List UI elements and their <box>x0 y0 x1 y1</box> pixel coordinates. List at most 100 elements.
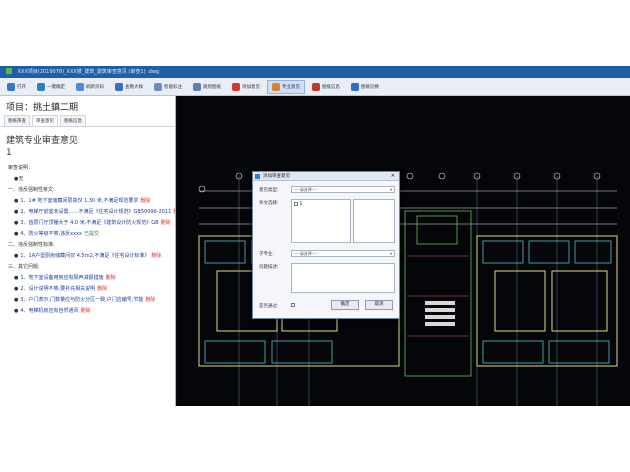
item-action-tag[interactable]: 删除 <box>97 286 107 292</box>
toolbar-button-3[interactable]: 刷新页码 <box>72 80 108 94</box>
item-action-tag[interactable]: 删除 <box>151 253 161 259</box>
list-item-text: 3、首层门厅顶棚大于 4.0 米,不满足《建筑设计防火规范》GB <box>20 220 159 226</box>
problem-label: 问题描述: <box>259 265 279 270</box>
item-action-tag[interactable]: 删除 <box>173 209 175 215</box>
bullet-icon: ● <box>14 231 19 237</box>
toolbar-icon <box>115 82 123 91</box>
toolbar-button-label: 查看大样 <box>125 84 143 90</box>
clause-value: 1 <box>299 202 303 207</box>
list-item[interactable]: ● 1、1# 地下室储藏间层高仅 1.30 米,不满足规范要求 删除 <box>0 195 175 206</box>
type-select-value: ----请选择---- <box>294 187 318 192</box>
bullet-icon: ● <box>14 198 19 204</box>
toolbar-button-2[interactable]: 一键确定 <box>33 80 69 94</box>
list-item[interactable]: ● 1、1A户型厨房储藏间仅 4.5m2,不满足《住宅设计标准》 删除 <box>0 250 175 261</box>
list-item-text: 2、电梯厅前室未设置……不满足《住宅设计规范》GB50096-2011 <box>20 209 172 215</box>
list-item[interactable]: ● 3、户门表示,门数量应与防火分区一致,户门应编号,节能 删除 <box>0 294 175 305</box>
list-item[interactable]: ● 2、设计说明不够,要补充相关说明 删除 <box>0 283 175 294</box>
list-item-text: 1、1# 地下室储藏间层高仅 1.30 米,不满足规范要求 <box>20 198 139 204</box>
toolbar-icon <box>37 82 45 91</box>
toolbar-button-10[interactable]: 图纸切换 <box>347 80 383 94</box>
cancel-button[interactable]: 取消 <box>365 300 393 310</box>
type-label: 意见类型: <box>259 188 279 193</box>
tab-2[interactable]: 审查意见 <box>32 115 58 126</box>
clause-label: 条文选择: <box>259 201 279 206</box>
list-item-text: 3、户门表示,门数量应与防火分区一致,户门应编号,节能 <box>20 297 144 303</box>
bullet-icon: ● <box>14 297 19 303</box>
list-item-text: 1、地下室设备用房应有隔声减振措施 <box>20 275 104 281</box>
problem-textarea[interactable] <box>291 263 395 293</box>
list-item[interactable]: ● 4、防火等级不够,违反xxxx 已提交 <box>0 228 175 239</box>
toolbar-button-label: 跳到图纸 <box>203 84 221 90</box>
list-item-text: 4、防火等级不够,违反xxxx <box>20 231 82 237</box>
list-item[interactable]: ●2、电梯厅前室未设置……不满足《住宅设计规范》GB50096-2011删除 <box>0 206 175 217</box>
item-action-tag[interactable]: 删除 <box>140 198 150 204</box>
dialog-icon <box>255 174 260 179</box>
review-panel: 项目：挑土鎮二期 图纸审查 审查意见 图纸信息 建筑专业审查意见 1 审查说明： ●… <box>0 96 176 406</box>
item-action-tag[interactable]: 已提交 <box>84 231 99 237</box>
item-action-tag[interactable]: 删除 <box>106 275 116 281</box>
bullet-icon: ● <box>14 209 19 215</box>
app-icon <box>6 68 12 74</box>
bullet-icon: ● <box>14 253 19 259</box>
list-item[interactable]: ● 1、地下室设备用房应有隔声减振措施 删除 <box>0 272 175 283</box>
dialog-title-bar: 添加审查意见 ✕ <box>253 172 399 181</box>
title-bar: XXX项目(2019078)_XXX楼_建筑_建筑审查意见 (审查1) .dwg <box>0 66 630 78</box>
type-select[interactable]: ----请选择---- ▾ <box>291 186 395 193</box>
confirm-label: 是否通过: <box>259 304 279 309</box>
toolbar-button-label: 图纸切换 <box>361 84 379 90</box>
item-action-tag[interactable]: 删除 <box>145 297 155 303</box>
toolbar-button-label: 一键确定 <box>47 84 65 90</box>
toolbar-button-8[interactable]: 专业意见 <box>267 79 305 94</box>
toolbar-button-label: 打开 <box>17 84 26 90</box>
opinion-number: 1 <box>6 148 12 158</box>
bullet-icon: ● <box>14 275 19 281</box>
toolbar-button-label: 添加意见 <box>242 84 260 90</box>
toolbar-button-5[interactable]: 智能标注 <box>150 80 186 94</box>
toolbar-button-7[interactable]: 添加意见 <box>228 80 264 94</box>
list-item[interactable]: ● 4、电梯机房应有自然通风 删除 <box>0 305 175 316</box>
cad-drawing-canvas[interactable] <box>177 96 630 406</box>
opinion-title: 建筑专业审查意见 <box>6 136 79 146</box>
sub-major-select[interactable]: ----请选择---- ▾ <box>291 250 395 257</box>
list-item-text: 1、1A户型厨房储藏间仅 4.5m2,不满足《住宅设计标准》 <box>20 253 150 259</box>
toolbar-button-4[interactable]: 查看大样 <box>111 80 147 94</box>
chevron-down-icon: ▾ <box>389 187 392 192</box>
confirm-checkbox[interactable] <box>291 303 295 307</box>
toolbar-button-6[interactable]: 跳到图纸 <box>189 80 225 94</box>
sub-major-label: 子专业: <box>259 252 275 257</box>
list-item[interactable]: ● 3、首层门厅顶棚大于 4.0 米,不满足《建筑设计防火规范》GB 删除 <box>0 217 175 228</box>
tab-3[interactable]: 图纸信息 <box>60 115 86 126</box>
none-item: ●无 <box>14 176 24 182</box>
toolbar-icon <box>232 82 240 91</box>
section-heading: 三、其它问题: <box>8 264 40 270</box>
section-heading: 一、违反强制性条文: <box>8 187 55 193</box>
floor-plan-drawing <box>198 172 618 406</box>
list-item-text: 4、电梯机房应有自然通风 <box>20 308 79 314</box>
list-item-text: 2、设计说明不够,要补充相关说明 <box>20 286 96 292</box>
ok-button[interactable]: 确定 <box>331 300 359 310</box>
toolbar-button-9[interactable]: 图纸信息 <box>308 80 344 94</box>
item-action-tag[interactable]: 删除 <box>81 308 91 314</box>
window-title: XXX项目(2019078)_XXX楼_建筑_建筑审查意见 (审查1) .dwg <box>17 69 160 75</box>
opinion-list: 一、违反强制性条文: ● 1、1# 地下室储藏间层高仅 1.30 米,不满足规范要求… <box>0 184 175 316</box>
sub-major-select-value: ----请选择---- <box>294 251 318 256</box>
tab-1[interactable]: 图纸审查 <box>4 115 30 126</box>
clause-item[interactable]: 1 <box>292 200 350 209</box>
panel-tabs: 图纸审查 审查意见 图纸信息 <box>0 115 175 127</box>
toolbar-button-label: 专业意见 <box>282 84 300 90</box>
bullet-icon: ● <box>14 220 19 226</box>
toolbar-button-label: 刷新页码 <box>86 84 104 90</box>
toolbar-icon <box>154 82 162 91</box>
close-icon[interactable]: ✕ <box>391 172 395 181</box>
item-action-tag[interactable]: 删除 <box>161 220 171 226</box>
toolbar-button-1[interactable]: 打开 <box>3 80 30 94</box>
toolbar-icon <box>351 82 359 91</box>
bullet-icon: ● <box>14 286 19 292</box>
dialog-title: 添加审查意见 <box>263 174 290 179</box>
clause-list[interactable]: 1 <box>291 199 351 243</box>
clause-checkbox[interactable] <box>294 202 298 206</box>
toolbar-button-label: 智能标注 <box>164 84 182 90</box>
review-label: 审查说明： <box>8 165 34 171</box>
toolbar-icon <box>193 82 201 91</box>
clause-detail-box <box>353 199 395 243</box>
